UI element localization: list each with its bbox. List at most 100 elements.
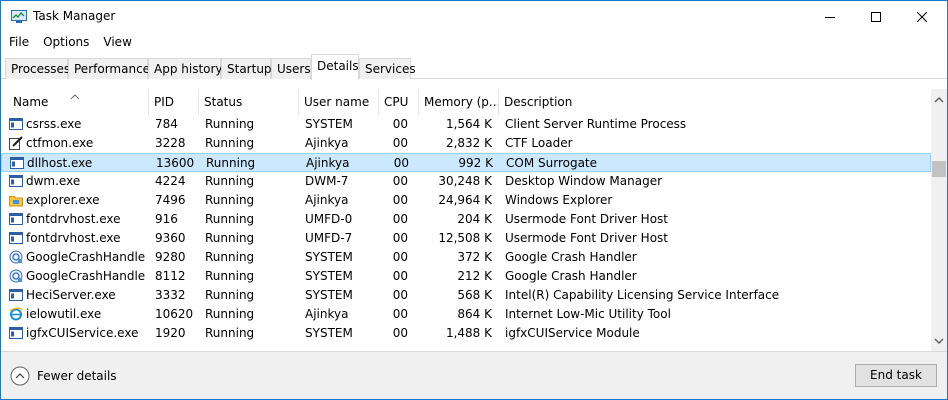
tab-app-history[interactable]: App history xyxy=(148,58,223,79)
menu-view[interactable]: View xyxy=(95,33,137,53)
table-row[interactable]: fontdrvhost.exe 916 Running UMFD-0 00 204 K Us… xyxy=(1,210,931,229)
cell-status: Running xyxy=(206,156,256,170)
fewer-details-label[interactable]: Fewer details xyxy=(37,369,117,383)
cell-cpu: 00 xyxy=(392,117,408,131)
tab-performance[interactable]: Performance xyxy=(68,58,150,79)
cell-cpu: 00 xyxy=(392,326,408,340)
column-header-name[interactable]: Name xyxy=(8,89,149,115)
end-task-button[interactable]: End task xyxy=(855,364,937,387)
column-header-user-name[interactable]: User name xyxy=(299,89,379,115)
table-row[interactable]: ielowutil.exe 10620 Running Ajinkya 00 864 K I… xyxy=(1,305,931,324)
cell-memory: 992 K xyxy=(458,156,493,170)
cell-name: fontdrvhost.exe xyxy=(26,212,121,226)
title-bar[interactable]: Task Manager xyxy=(1,1,947,33)
cell-pid: 13600 xyxy=(156,156,195,170)
cell-pid: 4224 xyxy=(155,174,186,188)
table-row[interactable]: GoogleCrashHandler... 9280 Running SYSTEM 00… xyxy=(1,248,931,267)
cell-user: UMFD-7 xyxy=(305,231,353,245)
cell-status: Running xyxy=(205,174,255,188)
cell-cpu: 00 xyxy=(393,156,409,170)
cell-status: Running xyxy=(205,269,255,283)
cell-status: Running xyxy=(205,136,255,150)
tab-users[interactable]: Users xyxy=(271,58,311,79)
cell-description: Google Crash Handler xyxy=(505,250,637,264)
table-row[interactable]: ctfmon.exe 3228 Running Ajinkya 00 2,832 K CTF… xyxy=(1,134,931,153)
cell-name: GoogleCrashHandler... xyxy=(26,269,146,283)
cell-cpu: 00 xyxy=(392,174,408,188)
table-row[interactable]: fontdrvhost.exe 9360 Running UMFD-7 00 12,508… xyxy=(1,229,931,248)
cell-status: Running xyxy=(205,231,255,245)
vertical-scrollbar[interactable] xyxy=(931,89,947,351)
cell-pid: 784 xyxy=(155,117,178,131)
tab-details[interactable]: Details xyxy=(311,54,359,80)
cell-memory: 864 K xyxy=(457,307,492,321)
menu-file[interactable]: File xyxy=(1,33,35,53)
scroll-up-icon[interactable] xyxy=(934,94,944,104)
cell-status: Running xyxy=(205,117,255,131)
cell-memory: 212 K xyxy=(457,269,492,283)
tab-processes[interactable]: Processes xyxy=(5,58,70,79)
cell-description: Client Server Runtime Process xyxy=(505,117,687,131)
tab-services[interactable]: Services xyxy=(359,58,416,79)
cell-name: fontdrvhost.exe xyxy=(26,231,121,245)
column-header-memory[interactable]: Memory (p... xyxy=(419,89,499,115)
cell-cpu: 00 xyxy=(392,307,408,321)
cell-user: DWM-7 xyxy=(305,174,349,188)
maximize-icon xyxy=(871,12,881,22)
cell-memory: 372 K xyxy=(457,250,492,264)
close-button[interactable] xyxy=(899,1,945,33)
cell-description: Desktop Window Manager xyxy=(505,174,663,188)
cell-user: SYSTEM xyxy=(305,250,353,264)
column-header-cpu[interactable]: CPU xyxy=(379,89,419,115)
cell-cpu: 00 xyxy=(392,269,408,283)
minimize-button[interactable] xyxy=(807,1,853,33)
maximize-button[interactable] xyxy=(853,1,899,33)
menu-bar: File Options View xyxy=(1,33,947,53)
menu-options[interactable]: Options xyxy=(35,33,95,53)
scroll-down-icon[interactable] xyxy=(934,335,944,345)
cell-pid: 9360 xyxy=(155,231,186,245)
minimize-icon xyxy=(825,17,835,18)
tab-startup[interactable]: Startup xyxy=(221,58,272,79)
pen-icon xyxy=(9,136,23,150)
window-app-icon xyxy=(9,326,23,340)
footer-bar: Fewer details End task xyxy=(1,351,947,399)
task-manager-window: Task Manager File Options View Processes… xyxy=(0,0,948,400)
cell-description: CTF Loader xyxy=(505,136,573,150)
cell-description: Google Crash Handler xyxy=(505,269,637,283)
table-row[interactable]: dllhost.exe 13600 Running Ajinkya 00 992 K COM… xyxy=(1,153,931,172)
table-row[interactable]: HeciServer.exe 3332 Running SYSTEM 00 568 K In… xyxy=(1,286,931,305)
cell-name: explorer.exe xyxy=(26,193,100,207)
table-row[interactable]: igfxCUIService.exe 1920 Running SYSTEM 00 1,4… xyxy=(1,324,931,343)
cell-description: Internet Low-Mic Utility Tool xyxy=(505,307,671,321)
fewer-details-toggle[interactable]: Fewer details xyxy=(10,366,117,386)
google-crash-icon xyxy=(9,250,23,264)
cell-pid: 7496 xyxy=(155,193,186,207)
table-row[interactable]: explorer.exe 7496 Running Ajinkya 00 24,964 K… xyxy=(1,191,931,210)
column-header-description[interactable]: Description xyxy=(499,89,931,115)
window-app-icon xyxy=(9,288,23,302)
window-app-icon xyxy=(9,117,23,131)
column-header-status[interactable]: Status xyxy=(199,89,299,115)
cell-memory: 1,564 K xyxy=(445,117,492,131)
table-header: Name PID Status User name CPU Memory (p.… xyxy=(1,89,931,115)
cell-pid: 10620 xyxy=(155,307,194,321)
cell-cpu: 00 xyxy=(392,212,408,226)
cell-memory: 204 K xyxy=(457,212,492,226)
cell-cpu: 00 xyxy=(392,231,408,245)
cell-user: SYSTEM xyxy=(305,269,353,283)
cell-cpu: 00 xyxy=(392,288,408,302)
table-row[interactable]: csrss.exe 784 Running SYSTEM 00 1,564 K Client… xyxy=(1,115,931,134)
cell-user: Ajinkya xyxy=(305,307,349,321)
cell-status: Running xyxy=(205,250,255,264)
column-header-pid[interactable]: PID xyxy=(149,89,199,115)
chevron-up-circle-icon xyxy=(10,366,30,386)
table-row[interactable]: GoogleCrashHandler... 8112 Running SYSTEM 00… xyxy=(1,267,931,286)
cell-status: Running xyxy=(205,212,255,226)
cell-description: Usermode Font Driver Host xyxy=(505,212,668,226)
table-row[interactable]: dwm.exe 4224 Running DWM-7 00 30,248 K Desktop… xyxy=(1,172,931,191)
cell-description: Usermode Font Driver Host xyxy=(505,231,668,245)
scrollbar-thumb[interactable] xyxy=(932,161,946,177)
window-app-icon xyxy=(9,231,23,245)
cell-pid: 9280 xyxy=(155,250,186,264)
